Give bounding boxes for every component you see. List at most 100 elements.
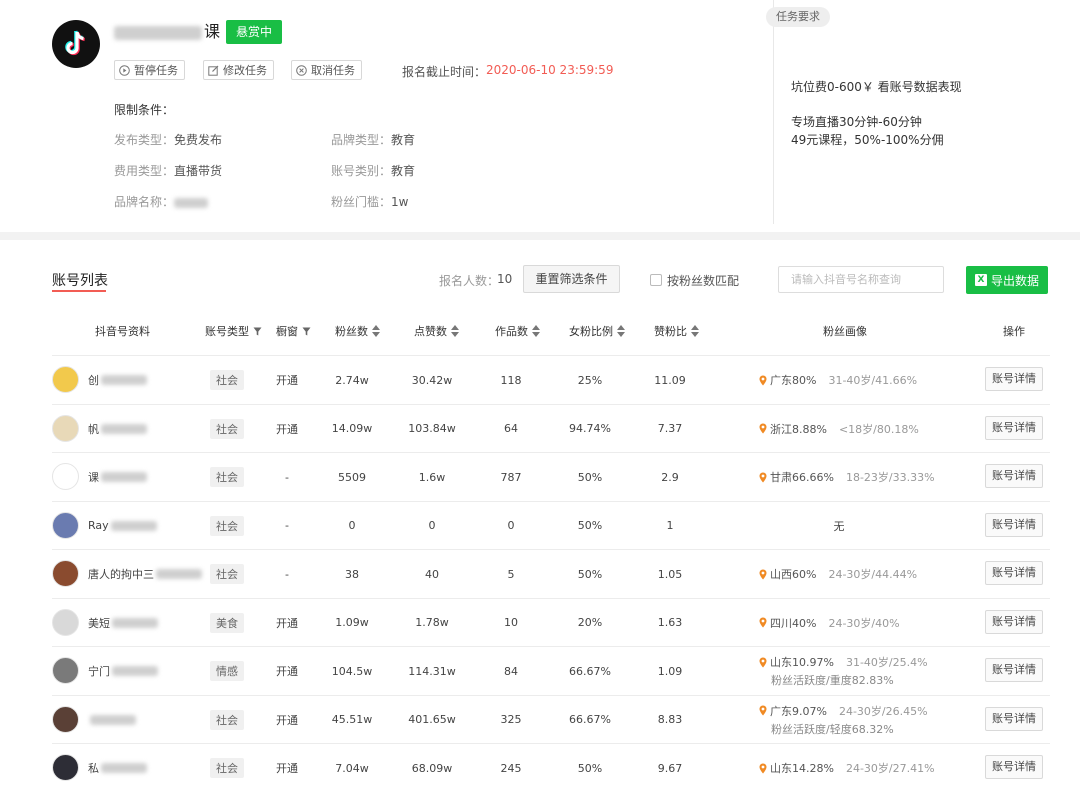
vertical-divider: [773, 0, 774, 224]
sort-icon[interactable]: [691, 325, 699, 337]
pause-task-button[interactable]: 暂停任务: [114, 60, 185, 80]
account-type: 社会: [205, 744, 249, 790]
match-by-fans-label[interactable]: 按粉丝数匹配: [667, 272, 739, 289]
fan-region: 山东10.97%: [770, 656, 834, 669]
filter-icon[interactable]: [302, 327, 311, 336]
sort-icon[interactable]: [532, 325, 540, 337]
account-name[interactable]: Ray: [88, 502, 157, 550]
filter-icon[interactable]: [253, 327, 262, 336]
account-detail-button[interactable]: 账号详情: [985, 464, 1043, 488]
account-name[interactable]: 创: [88, 356, 147, 404]
blurred-name: [101, 423, 147, 434]
blurred-name: [112, 666, 158, 676]
requirement-line: 坑位费0-600￥ 看账号数据表现: [791, 80, 962, 94]
deadline-label: 报名截止时间：: [402, 65, 487, 79]
female-ratio: 50%: [577, 470, 603, 484]
status-badge: 悬赏中: [226, 20, 283, 44]
account-type: 社会: [205, 356, 249, 404]
fan-region: 浙江8.88%: [770, 422, 827, 436]
account-name[interactable]: 私: [88, 744, 147, 790]
account-type: 社会: [205, 550, 249, 598]
window-status: 开通: [276, 616, 298, 630]
avatar[interactable]: [52, 657, 79, 684]
cancel-task-button[interactable]: 取消任务: [291, 60, 362, 80]
account-type: 社会: [205, 696, 249, 744]
account-detail-button[interactable]: 账号详情: [985, 561, 1043, 585]
window-status: 开通: [276, 713, 298, 727]
account-detail-button[interactable]: 账号详情: [985, 609, 1043, 634]
column-header-likes[interactable]: 点赞数: [414, 323, 459, 339]
edit-icon: [208, 65, 219, 76]
fans-count: 38: [345, 567, 359, 581]
avatar[interactable]: [52, 705, 79, 733]
avatar[interactable]: [52, 511, 79, 539]
sort-icon[interactable]: [451, 325, 459, 337]
column-header-window[interactable]: 橱窗: [276, 323, 311, 339]
active-tab-underline: [52, 290, 106, 292]
fan-portrait: 四川40% 24-30岁/40%: [759, 599, 900, 647]
account-detail-button[interactable]: 账号详情: [985, 367, 1043, 391]
avatar[interactable]: [52, 754, 79, 781]
female-ratio: 66.67%: [569, 664, 611, 678]
cancel-task-label: 取消任务: [311, 64, 355, 77]
fan-portrait-none: 无: [833, 519, 845, 533]
avatar[interactable]: [52, 414, 79, 442]
column-header-female-ratio[interactable]: 女粉比例: [569, 323, 625, 339]
column-header-actions: 操作: [1003, 325, 1025, 338]
table-row: 课 社会 - 5509 1.6w 787 50% 2.9 甘肃66.66% 18-23岁/33.3…: [52, 452, 1050, 500]
works-count: 787: [500, 470, 522, 484]
tiktok-logo-icon: [52, 20, 100, 68]
account-detail-button[interactable]: 账号详情: [985, 415, 1043, 440]
column-header-like-fan-ratio[interactable]: 赞粉比: [654, 323, 699, 339]
account-search-input[interactable]: 请输入抖音号名称查询: [778, 266, 944, 293]
column-header-fans[interactable]: 粉丝数: [335, 323, 380, 339]
account-name[interactable]: 帆: [88, 405, 147, 453]
like-fan-ratio: 1.09: [657, 664, 683, 678]
account-name[interactable]: 宁门: [88, 647, 158, 695]
like-fan-ratio: 8.83: [657, 713, 683, 726]
account-name[interactable]: [88, 696, 136, 744]
edit-task-button[interactable]: 修改任务: [203, 60, 274, 80]
play-icon: [119, 64, 130, 76]
sort-icon[interactable]: [372, 325, 380, 337]
column-header-account-type[interactable]: 账号类型: [205, 323, 262, 339]
fans-count: 7.04w: [335, 761, 369, 775]
task-panel: 课 悬赏中 暂停任务 修改任务 取消任务 报名截止时间： 2020-06-10 …: [0, 0, 1080, 232]
sort-icon[interactable]: [617, 325, 625, 337]
female-ratio: 50%: [577, 519, 603, 532]
blurred-brand-name: [174, 197, 209, 208]
likes-count: 68.09w: [411, 761, 453, 775]
avatar[interactable]: [52, 608, 79, 636]
account-type: 美食: [205, 599, 249, 647]
account-detail-button[interactable]: 账号详情: [985, 512, 1043, 537]
limits-title: 限制条件：: [114, 103, 175, 117]
account-name[interactable]: 唐人的拘中三: [88, 550, 202, 598]
condition-account-category: 账号类别：教育: [331, 164, 416, 178]
avatar[interactable]: [52, 560, 79, 587]
likes-count: 103.84w: [408, 422, 456, 435]
likes-count: 30.42w: [411, 373, 453, 387]
requirement-line: 专场直播30分钟-60分钟: [791, 115, 922, 129]
account-list-tab[interactable]: 账号列表: [52, 270, 108, 290]
reset-filters-button[interactable]: 重置筛选条件: [523, 265, 620, 293]
fan-age: 18-23岁/33.33%: [845, 471, 935, 484]
table-row: 唐人的拘中三 社会 - 38 40 5 50% 1.05 山西60% 24-30岁/44.44% 账…: [52, 549, 1050, 597]
fan-age: <18岁/80.18%: [838, 422, 919, 436]
account-detail-button[interactable]: 账号详情: [985, 658, 1043, 682]
match-by-fans-checkbox[interactable]: [650, 274, 662, 286]
works-count: 5: [507, 567, 515, 581]
avatar[interactable]: [52, 366, 79, 393]
works-count: 10: [504, 616, 518, 629]
task-title-text: 课: [204, 22, 221, 41]
account-name[interactable]: 课: [88, 453, 147, 501]
account-detail-button[interactable]: 账号详情: [985, 755, 1043, 779]
avatar[interactable]: [52, 463, 79, 490]
account-detail-button[interactable]: 账号详情: [985, 706, 1043, 731]
account-name[interactable]: 美短: [88, 599, 158, 647]
export-data-button[interactable]: X 导出数据: [966, 266, 1048, 294]
table-row: Ray 社会 - 0 0 0 50% 1 无 账号详情: [52, 500, 1050, 550]
column-header-works[interactable]: 作品数: [495, 323, 540, 339]
blurred-name: [101, 472, 147, 482]
female-ratio: 94.74%: [569, 422, 611, 435]
fan-portrait: 山西60% 24-30岁/44.44%: [759, 550, 917, 598]
